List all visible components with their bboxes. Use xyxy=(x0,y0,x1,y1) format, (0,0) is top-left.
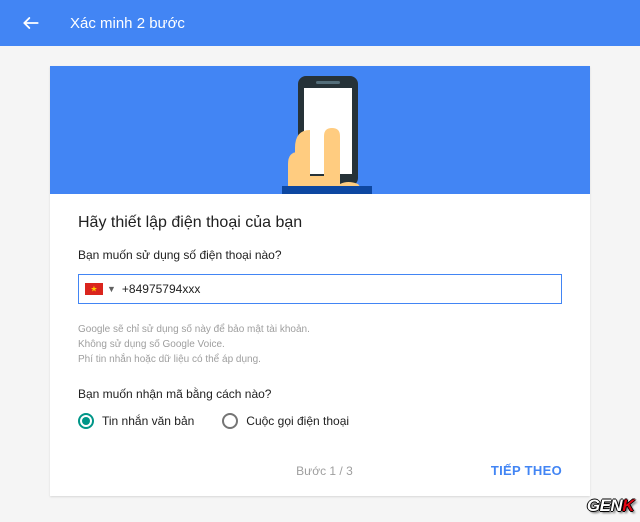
phone-hint: Google sẽ chỉ sử dụng số này để bảo mật … xyxy=(78,322,562,367)
radio-sms[interactable]: Tin nhắn văn bản xyxy=(78,413,194,429)
hint-line: Google sẽ chỉ sử dụng số này để bảo mật … xyxy=(78,322,562,337)
top-bar: Xác minh 2 bước xyxy=(0,0,640,46)
method-radio-group: Tin nhắn văn bản Cuộc gọi điện thoại xyxy=(78,413,562,429)
page-title: Xác minh 2 bước xyxy=(70,15,185,32)
method-question: Bạn muốn nhận mã bằng cách nào? xyxy=(78,387,562,401)
hint-line: Phí tin nhắn hoặc dữ liệu có thể áp dụng… xyxy=(78,352,562,367)
hint-line: Không sử dụng số Google Voice. xyxy=(78,337,562,352)
setup-card: Hãy thiết lập điện thoại của bạn Bạn muố… xyxy=(50,66,590,496)
step-indicator: Bước 1 / 3 xyxy=(158,464,491,478)
radio-call[interactable]: Cuộc gọi điện thoại xyxy=(222,413,349,429)
watermark-prefix: GEN xyxy=(587,496,622,515)
radio-label: Tin nhắn văn bản xyxy=(102,414,194,428)
card-heading: Hãy thiết lập điện thoại của bạn xyxy=(78,214,562,232)
next-button[interactable]: TIẾP THEO xyxy=(491,463,562,478)
chevron-down-icon[interactable]: ▼ xyxy=(107,284,116,294)
card-body: Hãy thiết lập điện thoại của bạn Bạn muố… xyxy=(50,194,590,449)
radio-circle-icon xyxy=(222,413,238,429)
watermark: GENK xyxy=(587,496,634,516)
flag-vn-icon[interactable] xyxy=(85,283,103,295)
radio-circle-icon xyxy=(78,413,94,429)
card-footer: Bước 1 / 3 TIẾP THEO xyxy=(50,449,590,496)
watermark-suffix: K xyxy=(622,496,634,515)
phone-question: Bạn muốn sử dụng số điện thoại nào? xyxy=(78,248,562,262)
radio-label: Cuộc gọi điện thoại xyxy=(246,414,349,428)
phone-input[interactable]: ▼ xyxy=(78,274,562,304)
phone-number-field[interactable] xyxy=(122,282,555,296)
back-arrow-icon[interactable] xyxy=(20,12,42,34)
hero-illustration xyxy=(50,66,590,194)
